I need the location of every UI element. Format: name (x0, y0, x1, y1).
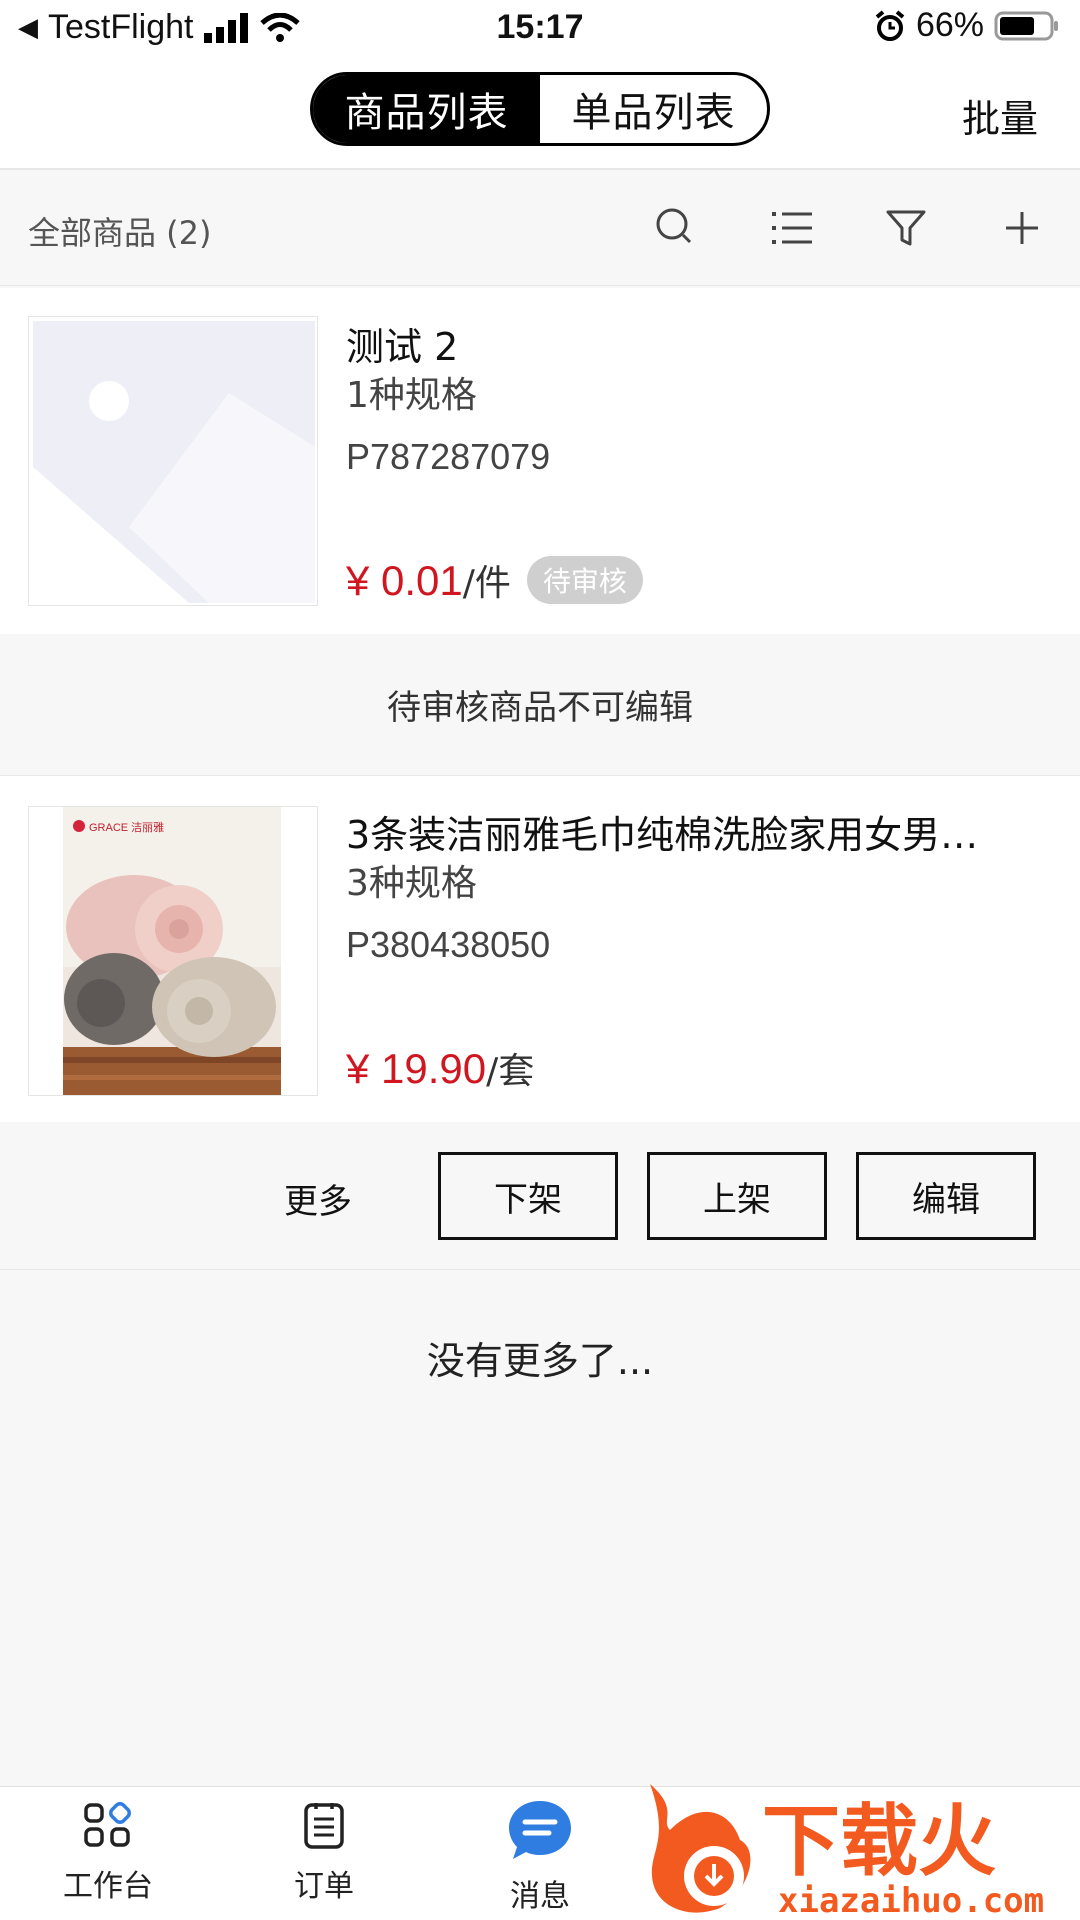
tab-dashboard[interactable]: 工作台 (8, 1797, 208, 1905)
tab-label: 订单 (294, 1869, 354, 1904)
product-price: ¥ 0.01 /件 待审核 (346, 554, 643, 608)
tab-orders[interactable]: 订单 (224, 1797, 424, 1905)
batch-button[interactable]: 批量 (962, 88, 1038, 143)
product-card[interactable]: GRACE 洁丽雅 3条装洁丽雅毛巾纯棉洗脸家用女男… 3种规格 P380438… (0, 776, 1080, 1122)
product-image-placeholder (28, 316, 318, 606)
watermark-brand: 下载火 (762, 1797, 996, 1887)
edit-button[interactable]: 编辑 (856, 1152, 1036, 1240)
product-code: P380438050 (346, 924, 551, 965)
watermark: 下载火 xiazaihuo.com (640, 1780, 1080, 1920)
product-card[interactable]: 测试 2 1种规格 P787287079 ¥ 0.01 /件 待审核 (0, 288, 1080, 634)
status-right: 66% (874, 6, 1060, 45)
product-spec: 1种规格 (346, 375, 477, 416)
product-spec: 3种规格 (346, 863, 477, 904)
nav-header: 商品列表 单品列表 批量 (0, 60, 1080, 170)
on-shelf-button[interactable]: 上架 (647, 1152, 827, 1240)
tab-product-list[interactable]: 商品列表 (313, 75, 540, 143)
product-code: P787287079 (346, 436, 551, 477)
order-icon (304, 1803, 344, 1849)
add-icon[interactable] (996, 202, 1048, 254)
alarm-icon (875, 9, 905, 41)
price-unit: /套 (486, 1051, 535, 1092)
watermark-url: xiazaihuo.com (778, 1881, 1044, 1920)
towel-photo: GRACE 洁丽雅 (29, 807, 317, 1095)
pending-review-notice: 待审核商品不可编辑 (0, 634, 1080, 776)
towel-brand-text: GRACE 洁丽雅 (89, 820, 164, 834)
tab-label: 工作台 (63, 1869, 153, 1904)
price-unit: /件 (462, 563, 511, 604)
battery-percent: 66% (915, 6, 984, 44)
battery-icon (994, 11, 1058, 40)
product-price: ¥ 19.90 /套 (346, 1042, 534, 1094)
product-title: 测试 2 (346, 325, 459, 369)
tab-single-item-list[interactable]: 单品列表 (540, 75, 767, 143)
message-icon (509, 1801, 571, 1859)
product-image: GRACE 洁丽雅 (28, 806, 318, 1096)
filter-icon[interactable] (880, 202, 932, 254)
price-value: ¥ 0.01 (346, 557, 463, 604)
list-icon[interactable] (766, 202, 818, 254)
status-badge: 待审核 (526, 556, 643, 604)
tab-label: 消息 (510, 1879, 570, 1914)
end-of-list-text: 没有更多了... (426, 1339, 654, 1383)
off-shelf-button[interactable]: 下架 (438, 1152, 618, 1240)
image-placeholder-icon (29, 317, 317, 605)
dashboard-icon (84, 1802, 131, 1847)
watermark-logo: 下载火 xiazaihuo.com (650, 1784, 1044, 1920)
product-actions: 更多 下架 上架 编辑 (0, 1122, 1080, 1270)
tab-messages[interactable]: 消息 (440, 1797, 640, 1915)
product-title: 3条装洁丽雅毛巾纯棉洗脸家用女男… (346, 813, 979, 857)
search-icon[interactable] (650, 202, 702, 254)
segmented-control: 商品列表 单品列表 (310, 72, 770, 146)
product-count-label: 全部商品 (2) (28, 214, 212, 252)
more-button[interactable]: 更多 (284, 1174, 352, 1223)
status-bar: ◀ TestFlight 15:17 66% (0, 0, 1080, 60)
price-value: ¥ 19.90 (346, 1045, 487, 1092)
list-toolbar: 全部商品 (2) (0, 172, 1080, 286)
